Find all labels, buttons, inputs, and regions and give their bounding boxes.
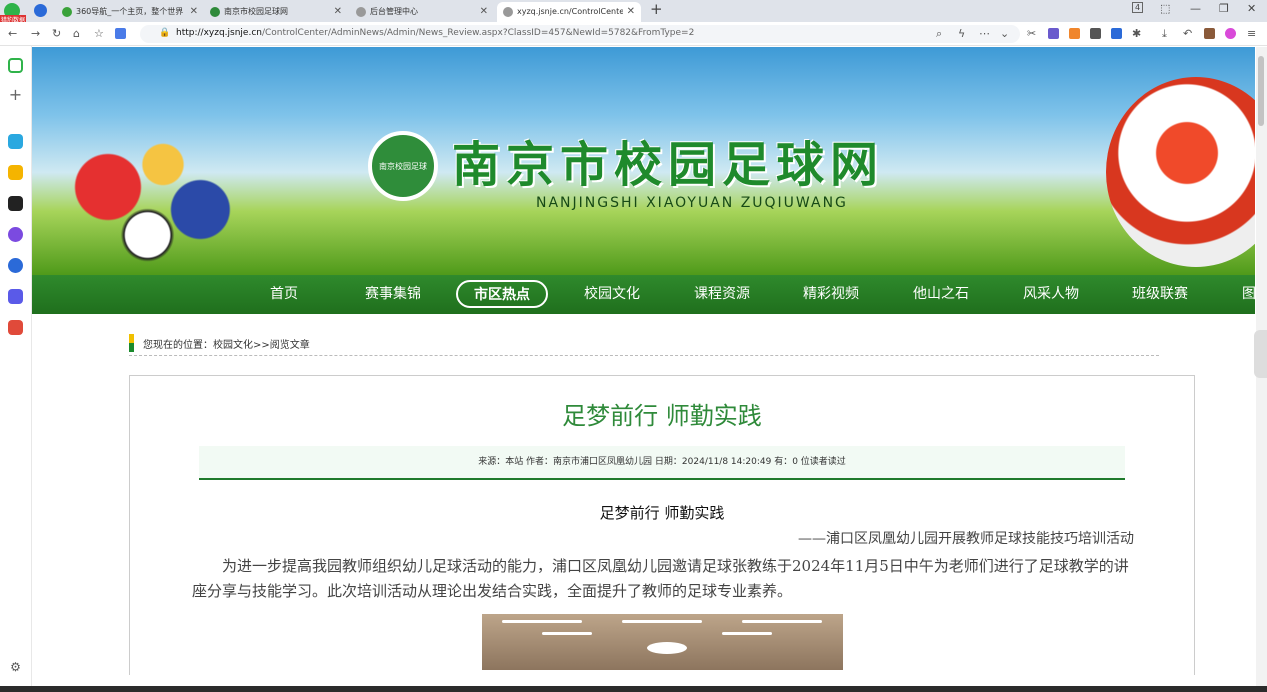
undo-icon[interactable]: ↶ bbox=[1183, 27, 1192, 40]
reload-icon[interactable]: ↻ bbox=[52, 27, 61, 40]
minimize-button[interactable]: — bbox=[1190, 2, 1201, 15]
home-icon[interactable] bbox=[8, 58, 23, 73]
ai-icon[interactable] bbox=[8, 258, 23, 273]
tab-title: 南京市校园足球网 bbox=[224, 7, 288, 16]
article-meta: 来源：本站 作者：南京市浦口区凤凰幼儿园 日期：2024/11/8 14:20:… bbox=[199, 446, 1125, 480]
article-heading: 足梦前行 师勤实践 bbox=[599, 504, 725, 522]
site-title: 南京市校园足球网 bbox=[452, 137, 885, 193]
tab-title: xyzq.jsnje.cn/ControlCenter bbox=[517, 7, 623, 16]
kids-illustration bbox=[42, 127, 262, 275]
nav-others[interactable]: 他山之石 bbox=[913, 283, 969, 303]
settings-icon[interactable]: ⚙ bbox=[8, 660, 23, 675]
tab-bar: 猎豹数据 360导航_一个主页，整个世界 ✕ 南京市校园足球网 ✕ 后台管理中心 ✕ … bbox=[0, 0, 1267, 24]
extension-icon[interactable] bbox=[1048, 28, 1059, 39]
url-text[interactable]: http://xyzq.jsnje.cn/ControlCenter/Admin… bbox=[176, 28, 694, 38]
site-banner: 南京校园足球 南京市校园足球网 NANJINGSHI XIAOYUAN ZUQI… bbox=[32, 47, 1255, 275]
restore-button[interactable]: ❐ bbox=[1219, 2, 1229, 15]
close-icon[interactable]: ✕ bbox=[334, 2, 342, 22]
nav-courses[interactable]: 课程资源 bbox=[694, 283, 750, 303]
more-icon[interactable]: ⋯ bbox=[979, 27, 990, 40]
bag-icon[interactable] bbox=[1204, 28, 1215, 39]
soccer-ball-image bbox=[1106, 77, 1255, 267]
nav-more[interactable]: 图 bbox=[1242, 283, 1255, 303]
zoom-icon[interactable]: ⌕ bbox=[936, 27, 942, 41]
chat-icon[interactable] bbox=[8, 289, 23, 304]
article-photo bbox=[482, 614, 843, 670]
add-icon[interactable]: + bbox=[8, 87, 23, 103]
nav-events[interactable]: 赛事集锦 bbox=[365, 283, 421, 303]
new-tab-button[interactable]: + bbox=[650, 0, 663, 18]
taskbar bbox=[0, 686, 1267, 692]
tab-admin[interactable]: 后台管理中心 ✕ bbox=[350, 2, 494, 22]
lock-icon: 🔒 bbox=[159, 28, 171, 38]
nav-league[interactable]: 班级联赛 bbox=[1132, 283, 1188, 303]
download-icon[interactable]: ⤓ bbox=[1162, 27, 1167, 41]
home-icon[interactable]: ⌂ bbox=[73, 27, 80, 40]
tab-360[interactable]: 360导航_一个主页，整个世界 ✕ bbox=[56, 2, 204, 22]
site-subtitle: NANJINGSHI XIAOYUAN ZUQIUWANG bbox=[536, 195, 848, 211]
nav-home[interactable]: 首页 bbox=[270, 283, 298, 303]
close-icon[interactable]: ✕ bbox=[480, 2, 488, 22]
sidebar: + ⚙ bbox=[0, 46, 32, 686]
nav-culture[interactable]: 校园文化 bbox=[584, 283, 640, 303]
scrollbar-thumb[interactable] bbox=[1258, 56, 1264, 126]
ai-icon[interactable] bbox=[115, 28, 126, 39]
extension-icon[interactable] bbox=[1111, 28, 1122, 39]
site-nav: 首页 赛事集锦 市区热点 校园文化 课程资源 精彩视频 他山之石 风采人物 班级… bbox=[32, 275, 1255, 314]
menu-icon[interactable]: ≡ bbox=[1247, 27, 1256, 40]
tab-favicon-icon bbox=[210, 7, 220, 17]
tab-active[interactable]: xyzq.jsnje.cn/ControlCenter ✕ bbox=[497, 2, 641, 22]
shirt-icon[interactable]: ⬚ bbox=[1160, 2, 1170, 15]
address-bar: ← → ↻ ⌂ ☆ 🔒 http://xyzq.jsnje.cn/Control… bbox=[0, 22, 1267, 46]
nav-hot[interactable]: 市区热点 bbox=[456, 280, 548, 308]
forward-icon[interactable]: → bbox=[31, 27, 40, 40]
tab-count[interactable]: 4 bbox=[1132, 2, 1144, 13]
app-icon[interactable] bbox=[8, 134, 23, 149]
tab-title: 360导航_一个主页，整个世界 bbox=[76, 7, 184, 16]
tab-football[interactable]: 南京市校园足球网 ✕ bbox=[204, 2, 348, 22]
close-window-button[interactable]: ✕ bbox=[1247, 2, 1256, 15]
article-panel: 足梦前行 师勤实践 来源：本站 作者：南京市浦口区凤凰幼儿园 日期：2024/1… bbox=[129, 375, 1195, 675]
tab-favicon-icon bbox=[62, 7, 72, 17]
side-panel-handle[interactable] bbox=[1254, 330, 1267, 378]
star-icon[interactable]: ☆ bbox=[94, 27, 104, 40]
avatar[interactable] bbox=[1225, 28, 1236, 39]
star-icon[interactable] bbox=[8, 165, 23, 180]
globe-icon bbox=[356, 7, 366, 17]
article-paragraph: 为进一步提高我园教师组织幼儿足球活动的能力，浦口区凤凰幼儿园邀请足球张教练于20… bbox=[192, 557, 1129, 600]
app-icon[interactable] bbox=[8, 227, 23, 242]
nav-videos[interactable]: 精彩视频 bbox=[803, 283, 859, 303]
article-title: 足梦前行 师勤实践 bbox=[562, 402, 762, 430]
close-icon[interactable]: ✕ bbox=[627, 2, 635, 22]
breadcrumb: 您现在的位置：校园文化>>阅览文章 bbox=[129, 334, 1159, 356]
globe-icon bbox=[503, 7, 513, 17]
extension-icon[interactable] bbox=[1069, 28, 1080, 39]
nav-people[interactable]: 风采人物 bbox=[1023, 283, 1079, 303]
article-subheading: ——浦口区凤凰幼儿园开展教师足球技能技巧培训活动 bbox=[798, 531, 1134, 547]
chevron-down-icon[interactable]: ⌄ bbox=[1000, 27, 1009, 40]
tab-title: 后台管理中心 bbox=[370, 7, 418, 16]
site-logo[interactable]: 南京校园足球 bbox=[368, 131, 438, 201]
lightning-icon[interactable]: ϟ bbox=[958, 27, 965, 40]
extension-icon[interactable] bbox=[1090, 28, 1101, 39]
puzzle-icon[interactable]: ✱ bbox=[1132, 27, 1141, 40]
game-icon[interactable] bbox=[8, 196, 23, 211]
breadcrumb-text[interactable]: 您现在的位置：校园文化>>阅览文章 bbox=[143, 336, 310, 351]
back-icon[interactable]: ← bbox=[8, 27, 17, 40]
shield-icon[interactable] bbox=[34, 4, 47, 17]
close-icon[interactable]: ✕ bbox=[190, 2, 198, 22]
breadcrumb-marker bbox=[129, 334, 134, 352]
gamepad-icon[interactable] bbox=[8, 320, 23, 335]
scissors-icon[interactable]: ✂ bbox=[1027, 27, 1036, 40]
